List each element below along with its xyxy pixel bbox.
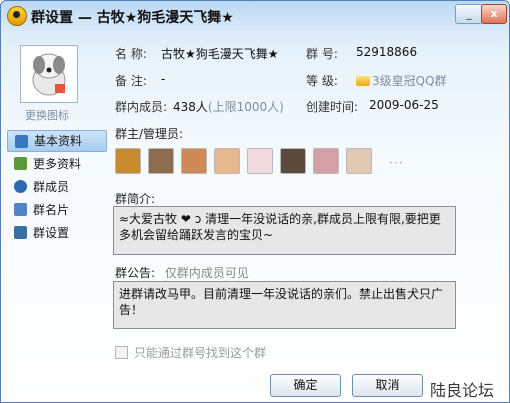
window-title: 群设置 — 古牧★狗毛漫天飞舞★ [31, 10, 234, 26]
basic-info-icon [15, 135, 28, 148]
sidebar-nav: 基本资料 更多资料 群成员 群名片 群设置 [7, 130, 107, 245]
note-label: 备 注: [115, 74, 147, 88]
settings-icon [14, 226, 27, 239]
admin-avatar[interactable] [313, 148, 339, 174]
sidebar-item-card[interactable]: 群名片 [7, 199, 107, 221]
announcement-textarea[interactable]: 进群请改马甲。目前清理一年没说话的亲们。禁止出售犬只广告！ [113, 281, 456, 329]
created-value: 2009-06-25 [369, 98, 439, 112]
title-bar[interactable]: 群设置 — 古牧★狗毛漫天飞舞★ _ x [1, 1, 509, 31]
sidebar-item-label: 群成员 [33, 180, 70, 194]
change-icon-link[interactable]: 更换图标 [25, 107, 69, 123]
admin-avatar[interactable] [346, 148, 372, 174]
level-label: 等 级: [306, 74, 338, 88]
level-text: 3级皇冠QQ群 [372, 74, 447, 88]
intro-textarea[interactable]: ≈大爱古牧 ❤ ɔ 清理一年没说话的亲,群成员上限有限,要把更多机会留给踊跃发言… [113, 206, 456, 255]
sidebar-item-label: 群名片 [33, 203, 70, 217]
name-label: 名 称: [115, 47, 147, 61]
sidebar-item-settings[interactable]: 群设置 [7, 222, 107, 244]
member-limit: (上限1000人) [207, 100, 284, 114]
announcement-label: 群公告: 仅群内成员可见 [115, 264, 249, 281]
admins-label: 群主/管理员: [115, 127, 184, 141]
more-admins-indicator[interactable]: ··· [389, 156, 403, 170]
announcement-visibility-note: 仅群内成员可见 [164, 266, 249, 280]
note-value: - [161, 72, 166, 86]
minimize-button[interactable]: _ [455, 4, 483, 24]
close-button[interactable]: x [481, 4, 507, 24]
search-by-number-checkbox[interactable] [115, 346, 128, 359]
group-avatar[interactable] [20, 45, 78, 103]
group-name-value: 古牧★狗毛漫天飞舞★ [161, 47, 279, 61]
cancel-button[interactable]: 取消 [352, 374, 423, 397]
group-settings-window: 群设置 — 古牧★狗毛漫天飞舞★ _ x 更换图标 基本资料 更多资料 群成员 [0, 0, 510, 403]
card-icon [14, 203, 27, 216]
search-by-number-label: 只能通过群号找到这个群 [134, 346, 267, 360]
members-icon [14, 180, 27, 193]
sidebar-item-label: 群设置 [33, 226, 70, 240]
level-value: 3级皇冠QQ群 [356, 72, 447, 89]
created-label: 创建时间: [306, 100, 359, 114]
crown-icon [356, 76, 370, 86]
sheepdog-icon [32, 53, 66, 96]
sidebar-item-more-info[interactable]: 更多资料 [7, 153, 107, 175]
admin-avatar[interactable] [247, 148, 273, 174]
sidebar-item-label: 基本资料 [34, 134, 83, 148]
members-value: 438人(上限1000人) [173, 98, 284, 115]
sidebar-item-basic-info[interactable]: 基本资料 [7, 130, 107, 152]
admin-avatar[interactable] [280, 148, 306, 174]
intro-label: 群简介: [115, 192, 156, 206]
qq-penguin-icon [7, 6, 27, 26]
member-count: 438人 [173, 100, 208, 114]
announcement-label-text: 群公告: [115, 266, 156, 280]
admin-avatar[interactable] [115, 148, 141, 174]
members-label: 群内成员: [115, 100, 168, 114]
forum-watermark: 陆良论坛 [430, 381, 495, 400]
ok-button[interactable]: 确定 [270, 374, 341, 397]
admin-avatar[interactable] [148, 148, 174, 174]
more-info-icon [14, 157, 27, 170]
number-label: 群 号: [306, 47, 338, 61]
admin-avatar[interactable] [214, 148, 240, 174]
group-number-value: 52918866 [356, 45, 418, 59]
search-by-number-option[interactable]: 只能通过群号找到这个群 [115, 344, 266, 361]
sidebar-item-members[interactable]: 群成员 [7, 176, 107, 198]
admin-avatar[interactable] [181, 148, 207, 174]
sidebar-item-label: 更多资料 [33, 157, 82, 171]
